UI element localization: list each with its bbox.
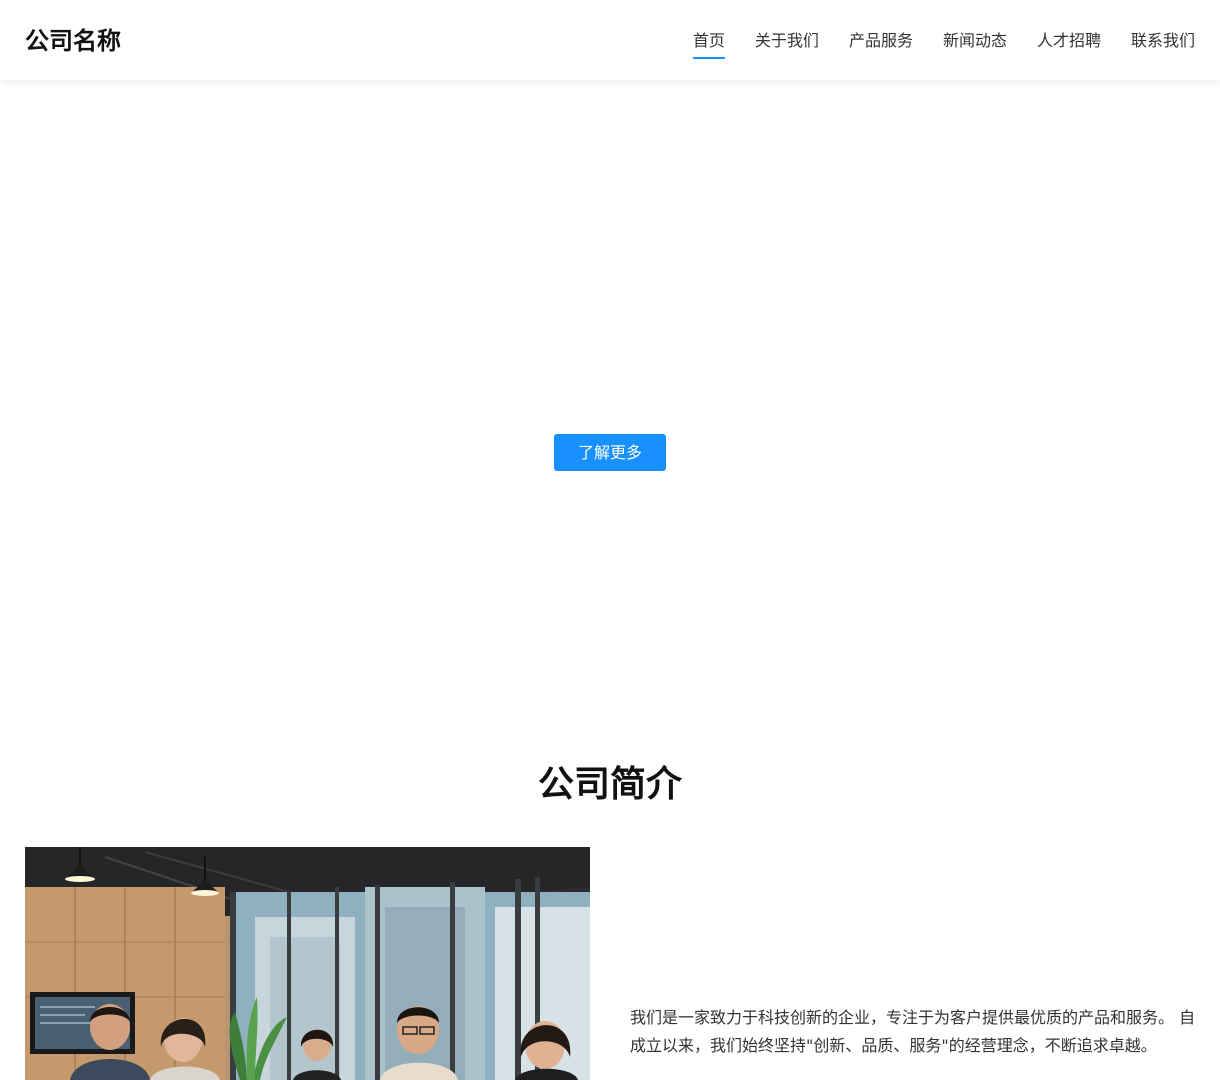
learn-more-button[interactable]: 了解更多 [554, 434, 666, 471]
about-team-photo [25, 847, 590, 1080]
company-logo[interactable]: 公司名称 [25, 24, 121, 58]
about-description: 我们是一家致力于科技创新的企业，专注于为客户提供最优质的产品和服务。 自成立以来… [630, 1008, 1196, 1055]
nav-item-news[interactable]: 新闻动态 [943, 28, 1007, 56]
about-section-title: 公司简介 [537, 764, 682, 805]
nav-item-about[interactable]: 关于我们 [755, 28, 819, 56]
office-meeting-illustration [25, 847, 590, 1080]
nav-item-careers[interactable]: 人才招聘 [1037, 28, 1101, 56]
nav-item-products[interactable]: 产品服务 [849, 28, 913, 56]
nav-item-contact[interactable]: 联系我们 [1131, 28, 1195, 56]
nav-item-home[interactable]: 首页 [692, 28, 725, 59]
hero-banner: 了解更多 [0, 80, 1220, 720]
main-nav: 首页 关于我们 产品服务 新闻动态 人才招聘 联系我们 [692, 28, 1195, 59]
site-header: 公司名称 首页 关于我们 产品服务 新闻动态 人才招聘 联系我们 [0, 0, 1220, 80]
